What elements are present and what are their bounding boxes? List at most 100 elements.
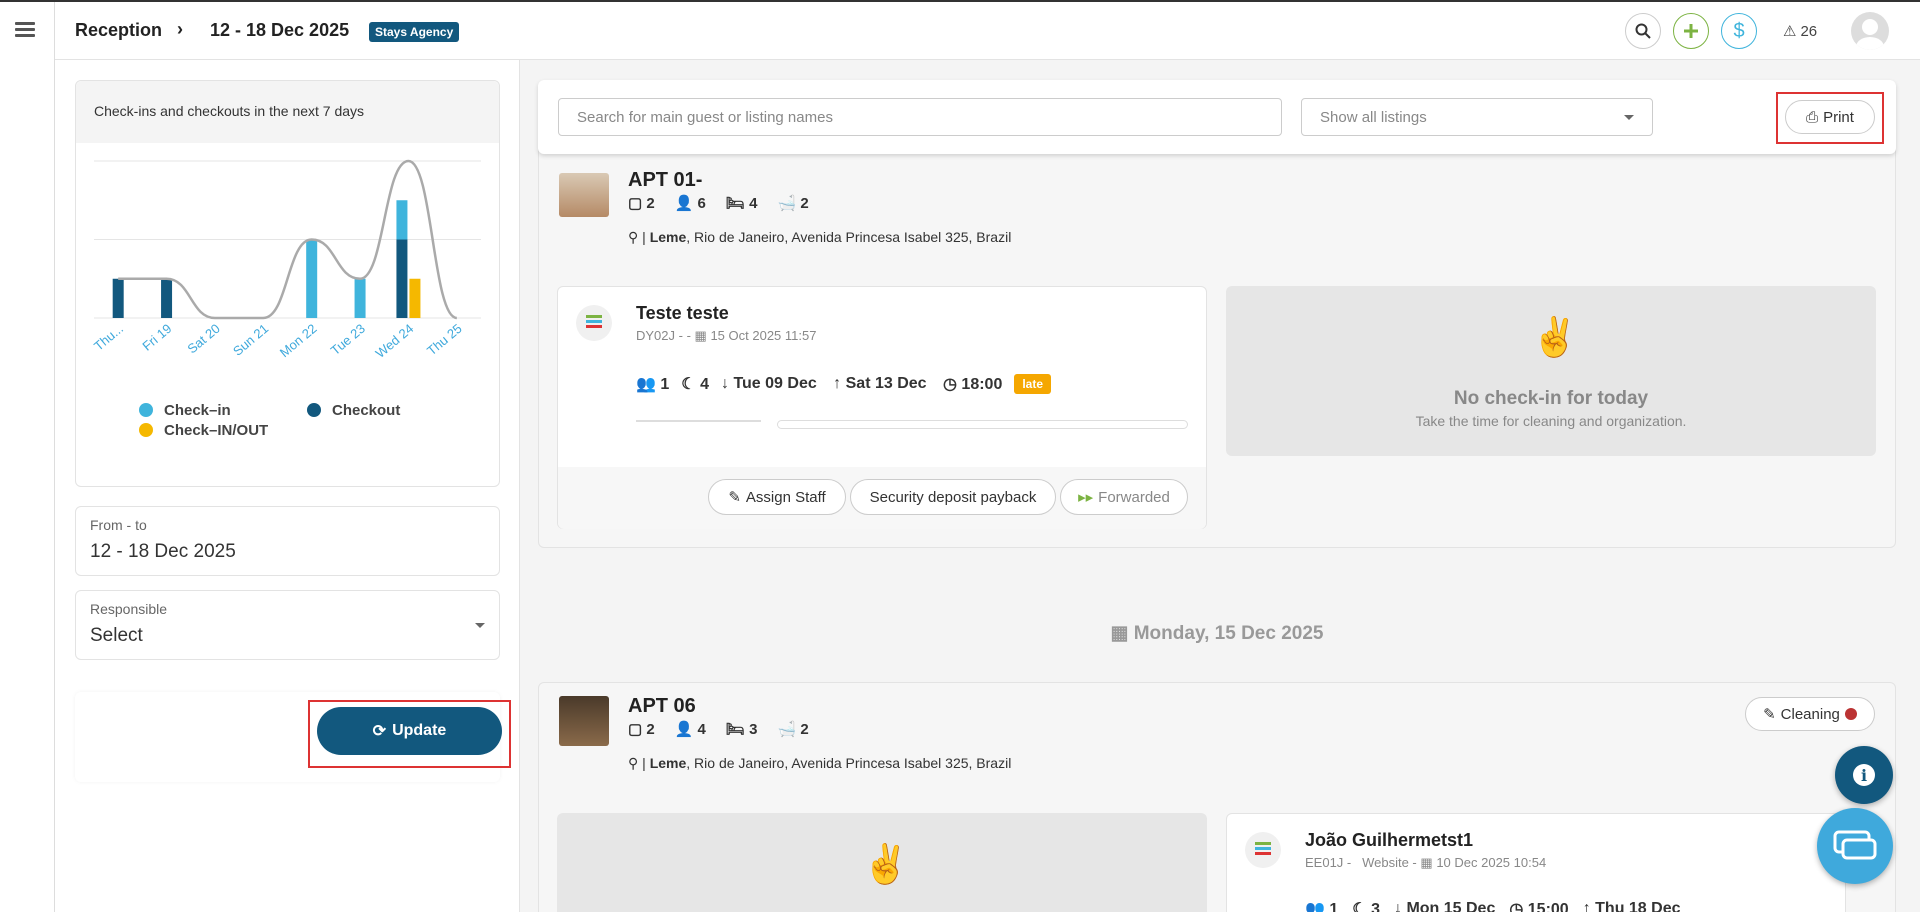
stat-guests: 6 [697, 195, 706, 212]
checkout-value: Sat 13 Dec [845, 375, 927, 392]
bar-checkin-out [409, 278, 421, 318]
stat-units: 2 [646, 195, 655, 212]
breadcrumb-reception[interactable]: Reception [75, 20, 162, 41]
listing-stats: ▢ 2 👤 6 🛏 4 🛁 2 [628, 194, 809, 212]
checkin-date: ↓ Mon 15 Dec [1394, 900, 1495, 912]
search-input[interactable]: Search for main guest or listing names [558, 98, 1282, 136]
user-icon: 👤 4 [674, 721, 706, 738]
alerts-count: 26 [1800, 22, 1818, 40]
guests-value: 1 [660, 376, 670, 393]
chat-icon [1833, 830, 1877, 860]
actions-bar: ✎ Assign Staff Security deposit payback ▸… [558, 467, 1206, 529]
x-tick-label: Sat 20 [184, 321, 222, 357]
x-tick-label: Thu... [91, 321, 126, 354]
nights-value: 4 [700, 376, 709, 393]
chat-button[interactable] [1817, 808, 1893, 884]
box-icon: ▢ 2 [628, 721, 655, 738]
from-to-label: From - to [90, 517, 147, 533]
legend-label: Check–IN/OUT [164, 422, 268, 439]
listing-thumbnail[interactable] [559, 696, 609, 746]
header-date-range: 12 - 18 Dec 2025 [210, 20, 350, 40]
listing-address: ⚲ | Leme, Rio de Janeiro, Avenida Prince… [628, 229, 1012, 245]
bar-checkin [306, 239, 318, 318]
stat-baths: 2 [800, 721, 809, 738]
responsible-select[interactable]: Responsible Select [75, 590, 500, 660]
calendar-icon: ▦ [1420, 855, 1433, 870]
avatar[interactable] [1851, 12, 1889, 50]
reservation-card: João Guilhermetst1 EE01J - Website - ▦ 1… [1226, 813, 1846, 912]
reservation-code: EE01J - Website - ▦ 10 Dec 2025 10:54 [1305, 855, 1546, 871]
cleaning-label: Cleaning [1780, 705, 1840, 723]
responsible-value: Select [90, 625, 143, 646]
stat-guests: 4 [697, 721, 706, 738]
calendar-icon: ▦ [1110, 623, 1129, 644]
x-tick-label: Thu 25 [424, 321, 465, 359]
agency-badge: Stays Agency [369, 22, 460, 42]
stat-baths: 2 [800, 195, 809, 212]
search-icon[interactable] [1625, 13, 1661, 49]
assign-staff-button[interactable]: ✎ Assign Staff [708, 479, 846, 515]
listing-name[interactable]: APT 06 [628, 695, 696, 718]
guest-name[interactable]: Teste teste [636, 303, 729, 324]
listing-filter-select[interactable]: Show all listings [1301, 98, 1653, 136]
calendar-icon: ▦ [694, 328, 707, 343]
menu-icon[interactable] [15, 22, 35, 38]
neighborhood: Leme [649, 755, 687, 771]
guest-name[interactable]: João Guilhermetst1 [1305, 830, 1473, 851]
listing-thumbnail[interactable] [559, 173, 609, 217]
bar-checkout [161, 278, 173, 318]
res-created: 15 Oct 2025 11:57 [710, 328, 817, 343]
source-icon [576, 305, 612, 341]
date-header-text: Monday, 15 Dec 2025 [1133, 623, 1324, 644]
alerts-indicator[interactable]: ⚠ 26 [1783, 22, 1818, 41]
guests-count: 👥 1 [1305, 899, 1338, 912]
nights-count: ☾ 3 [1352, 899, 1380, 912]
legend-label: Checkout [332, 402, 400, 419]
checkin-time: ◷ 15:00 [1509, 899, 1568, 912]
res-code: DY02J - - [636, 328, 691, 343]
checkin-date: ↓ Tue 09 Dec [720, 375, 817, 392]
add-icon[interactable] [1673, 13, 1709, 49]
print-button[interactable]: ⎙ Print [1785, 100, 1875, 134]
info-icon: i [1853, 764, 1875, 786]
security-deposit-button[interactable]: Security deposit payback [850, 479, 1056, 515]
listing-card-apt06: APT 06 ▢ 2 👤 4 🛏 3 🛁 2 ⚲ | Leme, Rio de … [538, 682, 1896, 912]
date-range-field[interactable]: From - to 12 - 18 Dec 2025 [75, 506, 500, 576]
from-to-value: 12 - 18 Dec 2025 [90, 541, 236, 562]
cleaning-button[interactable]: ✎ Cleaning [1745, 697, 1875, 731]
listing-address: ⚲ | Leme, Rio de Janeiro, Avenida Prince… [628, 755, 1012, 771]
res-source: Website - [1362, 855, 1417, 870]
caret-down-icon [475, 623, 485, 628]
legend-marker [139, 403, 153, 417]
nights-value: 3 [1371, 901, 1380, 912]
x-tick-label: Fri 19 [139, 321, 174, 354]
progress-bar [777, 420, 1188, 429]
pencil-icon: ✎ [1763, 706, 1776, 723]
empty-title: No check-in for today [1453, 388, 1649, 409]
legend-marker [139, 423, 153, 437]
empty-checkout-box: ✌ [557, 813, 1207, 912]
responsible-label: Responsible [90, 601, 168, 617]
user-icon: 👤 6 [674, 195, 706, 212]
reservation-card: Teste teste DY02J - - ▦ 15 Oct 2025 11:5… [557, 286, 1207, 529]
x-tick-label: Wed 24 [373, 321, 417, 361]
forwarded-button[interactable]: ▸▸ Forwarded [1060, 479, 1188, 515]
legend-marker [307, 403, 321, 417]
source-icon [1245, 832, 1281, 868]
info-button[interactable]: i [1835, 746, 1893, 804]
map-marker-icon: ⚲ [628, 755, 639, 771]
stat-beds: 4 [749, 195, 758, 212]
assign-staff-label: Assign Staff [745, 488, 826, 506]
dollar-icon[interactable]: $ [1721, 13, 1757, 49]
bar-checkout [112, 278, 124, 318]
refresh-icon: ⟳ [372, 723, 387, 740]
x-tick-label: Mon 22 [277, 321, 320, 360]
update-button[interactable]: ⟳ Update [317, 707, 502, 755]
listing-name[interactable]: APT 01- [628, 169, 702, 192]
neighborhood: Leme [649, 229, 687, 245]
legend-label: Check–in [164, 402, 231, 419]
bed-icon: 🛏 3 [725, 721, 758, 738]
warning-icon: ⚠ [1783, 23, 1797, 40]
x-tick-label: Sun 21 [230, 321, 271, 359]
filter-toolbar: Search for main guest or listing names S… [538, 80, 1896, 154]
